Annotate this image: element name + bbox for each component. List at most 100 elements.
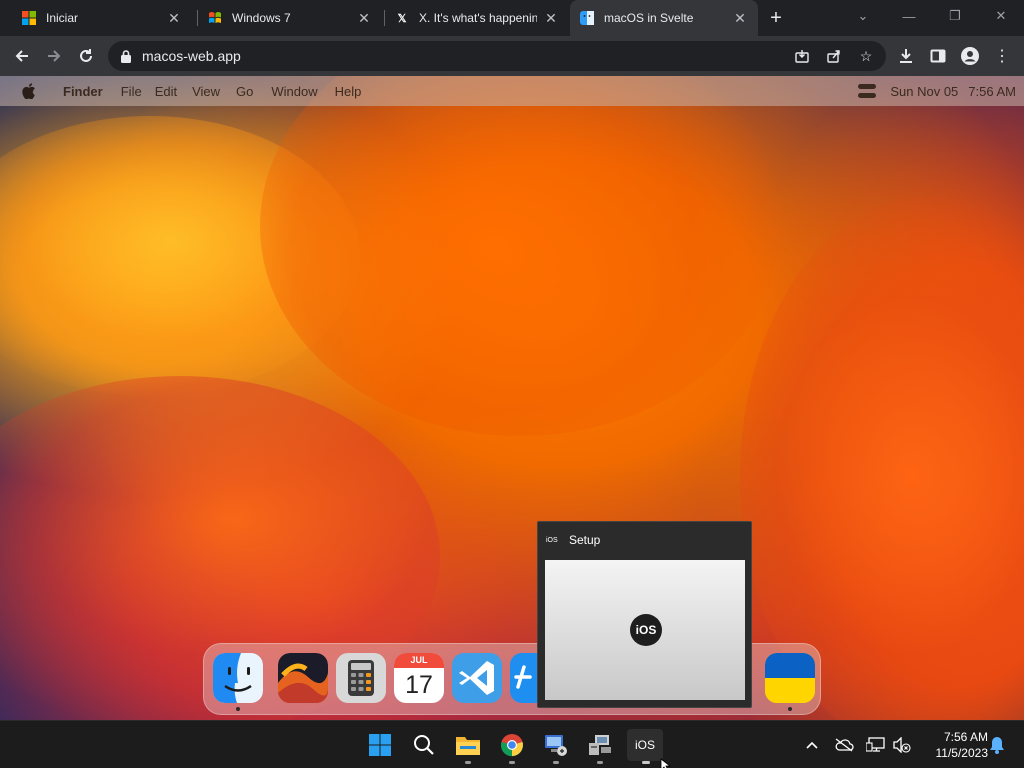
folder-icon: [456, 737, 480, 755]
menu-go[interactable]: Go: [236, 84, 253, 99]
taskbar-file-explorer[interactable]: [452, 729, 484, 761]
x-logo-icon: 𝕏: [397, 12, 407, 25]
clock-date: 11/5/2023: [935, 746, 989, 760]
vscode-icon: [459, 661, 494, 695]
thumbnail-content: iOS: [545, 560, 745, 700]
wallpaper-shape: [260, 76, 780, 436]
arrow-right-icon: [48, 50, 61, 62]
tab-title: macOS in Svelte: [604, 11, 694, 25]
search-icon: [414, 735, 434, 755]
install-app-icon[interactable]: [790, 44, 814, 68]
share-icon[interactable]: [822, 44, 846, 68]
menu-edit[interactable]: Edit: [155, 84, 177, 99]
app-store-icon: [514, 665, 532, 689]
windows-logo-icon: [22, 11, 36, 25]
windows7-logo-icon: [208, 11, 222, 25]
windows-start-icon: [369, 734, 391, 756]
taskbar-chrome[interactable]: [496, 729, 528, 761]
dock-finder[interactable]: [213, 653, 263, 703]
dock-vscode[interactable]: [452, 653, 502, 703]
running-indicator: [788, 707, 792, 711]
menu-help[interactable]: Help: [335, 84, 362, 99]
macos-menubar: Finder File Edit View Go Window Help Sun…: [0, 76, 1024, 106]
tab-iniciar[interactable]: Iniciar ✕: [12, 4, 192, 32]
dock-ukraine[interactable]: [765, 653, 815, 703]
bookmark-star-icon[interactable]: ☆: [854, 44, 878, 68]
new-tab-button[interactable]: +: [764, 6, 788, 30]
url-text: macos-web.app: [142, 48, 241, 64]
dock-wallpapers[interactable]: [278, 653, 328, 703]
notification-bell-icon[interactable]: [985, 733, 1009, 757]
remote-desktop-icon: [545, 735, 567, 756]
close-tab-icon[interactable]: ✕: [543, 10, 559, 26]
calendar-month: JUL: [394, 653, 444, 668]
start-button[interactable]: [364, 729, 396, 761]
wallpaper-shape: [740, 196, 1024, 720]
ukraine-flag-icon: [765, 653, 815, 703]
side-panel-icon: [930, 49, 946, 63]
arrow-left-icon: [15, 50, 28, 62]
control-center-icon[interactable]: [858, 84, 877, 98]
taskbar-ios[interactable]: iOS: [627, 729, 663, 761]
dock-app-store[interactable]: [510, 653, 538, 703]
tab-title: Windows 7: [232, 11, 291, 25]
menu-window[interactable]: Window: [271, 84, 317, 99]
close-tab-icon[interactable]: ✕: [166, 10, 182, 26]
tab-windows-7[interactable]: Windows 7 ✕: [198, 4, 382, 32]
reload-icon: [80, 49, 92, 62]
taskbar-remote-desktop[interactable]: [540, 729, 572, 761]
menubar-status-area: Sun Nov 05 7:56 AM: [858, 76, 1016, 106]
active-indicator: [642, 761, 650, 764]
tab-title: X. It's what's happening: [419, 11, 537, 25]
show-hidden-icons-chevron-icon[interactable]: [800, 733, 824, 757]
screen: Iniciar ✕ Windows 7 ✕ 𝕏 X. It's what's h…: [0, 0, 1024, 768]
thumbnail-title: Setup: [569, 533, 601, 547]
back-button[interactable]: [10, 44, 34, 68]
chrome-menu-icon[interactable]: ⋮: [990, 44, 1014, 68]
minimize-icon[interactable]: —: [894, 4, 924, 28]
ios-app-icon: iOS: [634, 738, 655, 752]
side-panel-button[interactable]: [926, 44, 950, 68]
running-indicator: [597, 761, 603, 764]
apple-logo-icon[interactable]: [22, 83, 36, 99]
restore-icon[interactable]: ❐: [940, 4, 970, 28]
profile-icon: [961, 47, 979, 65]
calendar-day: 17: [405, 671, 433, 699]
window-thumbnail-preview[interactable]: iOS Setup iOS: [537, 521, 752, 708]
tab-x[interactable]: 𝕏 X. It's what's happening ✕: [385, 4, 569, 32]
computer-icon: [589, 735, 611, 755]
downloads-button[interactable]: [894, 44, 918, 68]
taskbar-clock[interactable]: 7:56 AM 11/5/2023: [916, 729, 989, 761]
browser-toolbar: macos-web.app ☆ ⋮: [0, 36, 1024, 76]
finder-icon: [580, 11, 594, 25]
menu-finder[interactable]: Finder: [63, 84, 103, 99]
browser-tab-strip: Iniciar ✕ Windows 7 ✕ 𝕏 X. It's what's h…: [0, 0, 1024, 36]
menubar-time: 7:56 AM: [968, 83, 1016, 99]
chrome-icon: [500, 734, 524, 757]
address-bar[interactable]: macos-web.app ☆: [108, 41, 886, 71]
tab-search-chevron-icon[interactable]: ⌄: [848, 4, 878, 28]
clock-time: 7:56 AM: [943, 730, 988, 744]
close-tab-icon[interactable]: ✕: [356, 10, 372, 26]
running-indicator: [553, 761, 559, 764]
running-indicator: [465, 761, 471, 764]
close-tab-icon[interactable]: ✕: [732, 10, 748, 26]
menu-file[interactable]: File: [121, 84, 142, 99]
profile-button[interactable]: [958, 44, 982, 68]
ios-app-icon: iOS: [546, 536, 558, 544]
ios-logo-icon: iOS: [630, 614, 662, 646]
forward-button[interactable]: [42, 44, 66, 68]
dock-calculator[interactable]: [336, 653, 386, 703]
network-icon[interactable]: [864, 733, 888, 757]
onedrive-offline-icon[interactable]: [832, 733, 856, 757]
close-window-icon[interactable]: ✕: [986, 4, 1016, 28]
dock-calendar[interactable]: JUL 17: [394, 653, 444, 703]
tab-macos-in-svelte[interactable]: macOS in Svelte ✕: [570, 0, 758, 36]
volume-muted-icon[interactable]: [890, 733, 914, 757]
search-button[interactable]: [408, 729, 440, 761]
taskbar-computer[interactable]: [584, 729, 616, 761]
menu-view[interactable]: View: [192, 84, 220, 99]
macos-desktop: Finder File Edit View Go Window Help Sun…: [0, 76, 1024, 720]
finder-icon: [213, 653, 263, 703]
reload-button[interactable]: [74, 44, 98, 68]
